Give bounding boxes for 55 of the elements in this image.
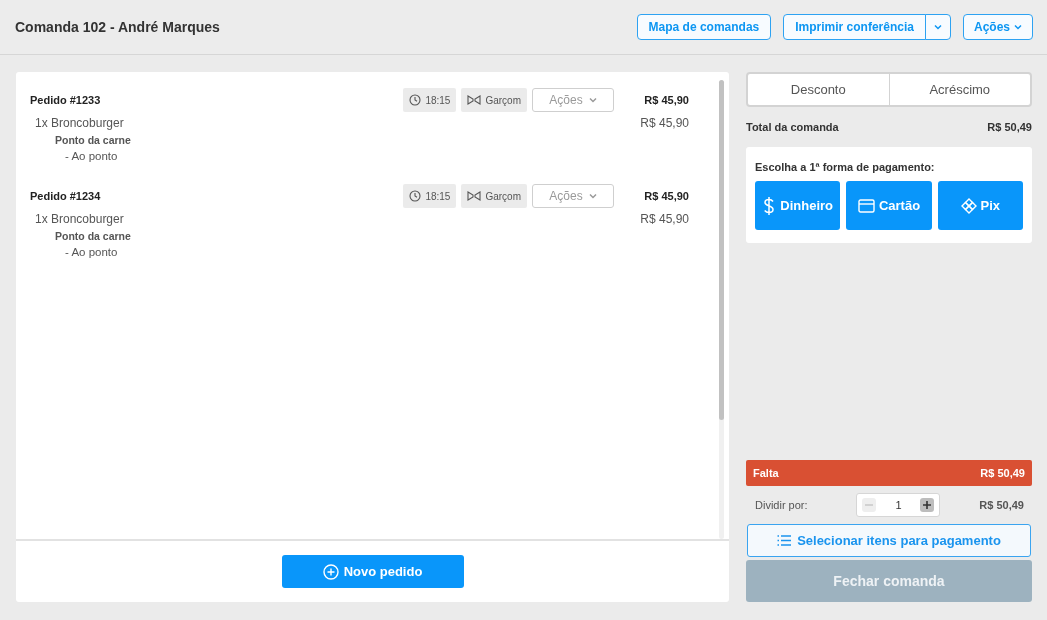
- waiter-chip: Garçom: [461, 184, 527, 208]
- option-group: Ponto da carne: [30, 226, 689, 242]
- item-name: 1x Broncoburger: [34, 212, 125, 226]
- map-button[interactable]: Mapa de comandas: [636, 14, 772, 40]
- waiter-chip: Garçom: [461, 88, 527, 112]
- adjustment-tab[interactable]: Acréscimo: [888, 74, 1030, 105]
- clock-icon: [409, 190, 422, 202]
- page-title: Comanda 102 - André Marques: [15, 19, 221, 35]
- credit-card-icon: [857, 198, 875, 213]
- order-actions-button[interactable]: Ações: [532, 88, 614, 112]
- option-choice: - Ao ponto: [64, 245, 119, 258]
- plus-icon: [923, 501, 932, 509]
- order-title: Pedido #1234: [30, 190, 102, 202]
- remaining-label: Falta: [753, 467, 779, 479]
- order-total: R$ 45,90: [643, 94, 689, 106]
- payment-method-button[interactable]: Cartão: [846, 181, 932, 230]
- chevron-down-icon: [588, 97, 597, 103]
- bow-tie-icon: [467, 191, 482, 201]
- dollar-icon: [762, 195, 777, 216]
- print-button[interactable]: Imprimir conferência: [783, 14, 926, 40]
- scrollbar[interactable]: [719, 80, 724, 539]
- clock-icon: [409, 94, 422, 106]
- chevron-down-icon: [588, 193, 597, 199]
- order-total: R$ 45,90: [643, 190, 689, 202]
- item-name: 1x Broncoburger: [34, 116, 125, 130]
- option-choice: - Ao ponto: [64, 149, 119, 162]
- item-price: R$ 45,90: [640, 212, 689, 226]
- time-chip: 18:15: [403, 184, 457, 208]
- chevron-down-icon: [933, 24, 942, 30]
- select-items-button[interactable]: Selecionar itens para pagamento: [747, 524, 1031, 557]
- payment-prompt: Escolha a 1ª forma de pagamento:: [755, 161, 936, 173]
- time-chip: 18:15: [403, 88, 457, 112]
- split-amount: R$ 50,49: [979, 499, 1024, 511]
- plus-circle-icon: [322, 563, 339, 580]
- bow-tie-icon: [467, 95, 482, 105]
- split-value: 1: [895, 499, 902, 511]
- item-price: R$ 45,90: [640, 116, 689, 130]
- total-label: Total da comanda: [746, 121, 839, 133]
- adjustment-tab[interactable]: Desconto: [748, 74, 889, 105]
- payment-method-button[interactable]: Pix: [937, 181, 1023, 230]
- diamond-knot-icon: [960, 197, 977, 214]
- order-title: Pedido #1233: [30, 94, 102, 106]
- chevron-down-icon: [1014, 24, 1022, 30]
- new-order-button[interactable]: Novo pedido: [281, 555, 464, 588]
- remaining-value: R$ 50,49: [980, 467, 1025, 479]
- actions-menu-button[interactable]: Ações: [962, 14, 1033, 40]
- split-label: Dividir por:: [755, 499, 808, 511]
- payment-method-button[interactable]: Dinheiro: [755, 181, 841, 230]
- plus-button[interactable]: [920, 498, 935, 512]
- total-value: R$ 50,49: [987, 121, 1032, 133]
- dropdown-button[interactable]: [924, 14, 951, 40]
- list-icon: [777, 535, 792, 546]
- option-group: Ponto da carne: [30, 130, 689, 146]
- split-stepper[interactable]: 1: [856, 493, 941, 517]
- order-actions-button[interactable]: Ações: [532, 184, 614, 208]
